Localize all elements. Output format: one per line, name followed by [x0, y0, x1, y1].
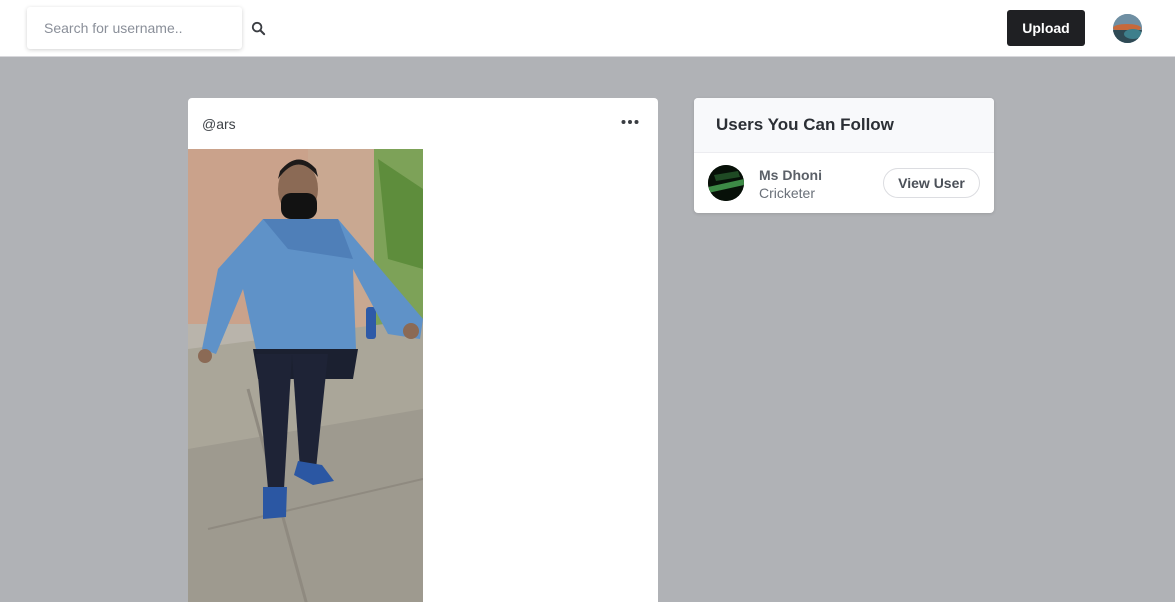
post-photo[interactable]: [188, 149, 423, 602]
user-role: Cricketer: [759, 185, 816, 201]
user-name: Ms Dhoni: [759, 167, 822, 183]
ellipsis-icon[interactable]: [621, 119, 639, 125]
post-card: @ars: [188, 98, 658, 602]
top-navigation-bar: Upload: [0, 0, 1175, 57]
post-username[interactable]: @ars: [202, 116, 236, 132]
suggested-user-row: Ms Dhoni Cricketer View User: [694, 153, 994, 213]
panel-title: Users You Can Follow: [694, 98, 994, 153]
user-avatar[interactable]: [708, 165, 744, 201]
users-to-follow-panel: Users You Can Follow Ms Dhoni Cricketer …: [694, 98, 994, 213]
search-icon[interactable]: [251, 21, 266, 36]
view-user-button[interactable]: View User: [883, 168, 980, 198]
search-box: [27, 7, 242, 49]
profile-avatar[interactable]: [1113, 14, 1142, 43]
upload-button[interactable]: Upload: [1007, 10, 1085, 46]
search-input[interactable]: [27, 7, 242, 49]
